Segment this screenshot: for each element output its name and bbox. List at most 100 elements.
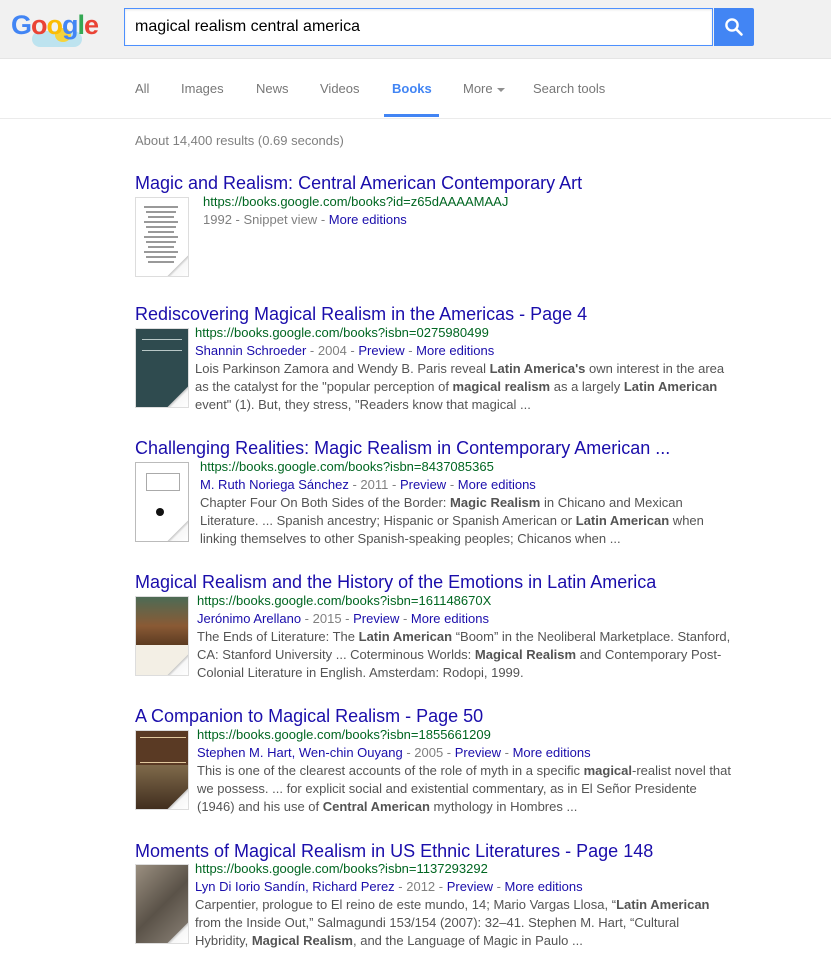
result-meta: Stephen M. Hart, Wen-chin Ouyang - 2005 … [197,745,591,760]
author-link[interactable]: M. Ruth Noriega Sánchez [200,477,349,492]
result-title-link[interactable]: Rediscovering Magical Realism in the Ame… [135,304,587,325]
search-result: Challenging Realities: Magic Realism in … [135,438,755,550]
result-meta: Jerónimo Arellano - 2015 - Preview - Mor… [197,611,489,626]
author-link[interactable]: Lyn Di Iorio Sandín, Richard Perez [195,879,395,894]
preview-link[interactable]: Preview [455,745,501,760]
result-meta: 1992 - Snippet view - More editions [203,212,407,227]
search-box[interactable] [124,8,713,46]
result-snippet: Carpentier, prologue to El reino de este… [195,897,710,948]
result-title-link[interactable]: A Companion to Magical Realism - Page 50 [135,706,483,727]
search-result: Moments of Magical Realism in US Ethnic … [135,841,755,953]
result-url: https://books.google.com/books?id=z65dAA… [203,194,509,209]
more-editions-link[interactable]: More editions [513,745,591,760]
year: 2011 [360,477,389,492]
year: 1992 [203,212,232,227]
snippet-highlight: Latin America's [489,361,586,376]
page-curl-icon [167,654,188,675]
cover-text-line [146,241,176,243]
result-stats: About 14,400 results (0.69 seconds) [135,133,344,148]
snippet-highlight: Magical Realism [251,933,353,948]
book-thumbnail[interactable] [135,462,189,542]
tab-search-tools[interactable]: Search tools [533,81,605,96]
result-body: https://books.google.com/books?id=z65dAA… [203,193,755,229]
more-editions-link[interactable]: More editions [458,477,536,492]
result-snippet: The Ends of Literature: The Latin Americ… [197,629,731,680]
logo-letter: e [84,10,99,40]
tab-more[interactable]: More [463,81,505,96]
author-link[interactable]: Jerónimo Arellano [197,611,301,626]
snippet-highlight: Latin American [575,513,670,528]
result-snippet: Chapter Four On Both Sides of the Border… [200,495,704,546]
snippet-highlight: Latin American [358,629,453,644]
cover-text-line [148,216,174,218]
result-title-link[interactable]: Magical Realism and the History of the E… [135,572,656,593]
preview-link[interactable]: Preview [358,343,404,358]
result-meta: M. Ruth Noriega Sánchez - 2011 - Preview… [200,477,536,492]
tab-label: All [135,81,150,96]
google-logo[interactable]: Google [11,8,109,50]
snippet-highlight: Magical Realism [474,647,577,662]
more-editions-link[interactable]: More editions [329,212,407,227]
book-thumbnail[interactable] [135,197,189,277]
snippet-highlight: Central American [322,799,430,814]
tab-news[interactable]: News [256,81,289,96]
header-bar: Google [0,0,831,59]
book-thumbnail[interactable] [135,864,189,944]
tab-books[interactable]: Books [392,81,432,96]
tab-label: Videos [320,81,360,96]
tab-label: Search tools [533,81,606,96]
book-thumbnail[interactable] [135,328,189,408]
result-url: https://books.google.com/books?isbn=1137… [195,861,488,876]
search-input[interactable] [135,9,705,45]
caret-down-icon [496,87,505,92]
cover-text-line [144,251,178,253]
result-url: https://books.google.com/books?isbn=1611… [197,593,492,608]
tab-label: More [463,81,493,96]
result-title-link[interactable]: Challenging Realities: Magic Realism in … [135,438,670,459]
tab-label: Books [392,81,432,96]
snippet-highlight: magical [583,763,633,778]
cover-text-line [144,236,178,238]
author-link[interactable]: Shannin Schroeder [195,343,306,358]
logo-wordmark: Google [11,10,99,41]
cover-text-line [148,231,174,233]
search-result: Magical Realism and the History of the E… [135,572,755,684]
result-body: https://books.google.com/books?isbn=1137… [195,860,755,950]
tab-label: Images [181,81,224,96]
cover-title-block [146,473,180,491]
logo-letter: o [46,10,63,40]
tab-all[interactable]: All [135,81,149,96]
preview-link[interactable]: Preview [353,611,399,626]
year: 2012 [406,879,436,894]
tab-images[interactable]: Images [181,81,224,96]
search-button[interactable] [714,8,754,46]
tab-videos[interactable]: Videos [320,81,360,96]
view-type: Snippet view [243,212,318,227]
year: 2004 [317,343,347,358]
active-tab-indicator [384,114,439,117]
cover-text-line [148,246,174,248]
result-title-link[interactable]: Moments of Magical Realism in US Ethnic … [135,841,653,862]
more-editions-link[interactable]: More editions [505,879,583,894]
book-thumbnail[interactable] [135,596,189,676]
result-title-link[interactable]: Magic and Realism: Central American Cont… [135,173,582,194]
year: 2015 [312,611,342,626]
more-editions-link[interactable]: More editions [416,343,494,358]
preview-link[interactable]: Preview [447,879,493,894]
preview-link[interactable]: Preview [400,477,446,492]
more-editions-link[interactable]: More editions [411,611,489,626]
cover-text-line [146,211,176,213]
logo-letter: g [62,10,78,40]
result-meta: Shannin Schroeder - 2004 - Preview - Mor… [195,343,495,358]
search-result: A Companion to Magical Realism - Page 50… [135,706,755,818]
book-thumbnail[interactable] [135,730,189,810]
cover-title-band [142,339,182,351]
result-url: https://books.google.com/books?isbn=1855… [197,727,491,742]
cover-text-line [144,221,178,223]
cover-dot [156,508,164,516]
author-link[interactable]: Stephen M. Hart, Wen-chin Ouyang [197,745,403,760]
cover-painting [136,597,188,645]
result-body: https://books.google.com/books?isbn=1611… [197,592,755,682]
page-curl-icon [167,922,188,943]
page-curl-icon [167,386,188,407]
